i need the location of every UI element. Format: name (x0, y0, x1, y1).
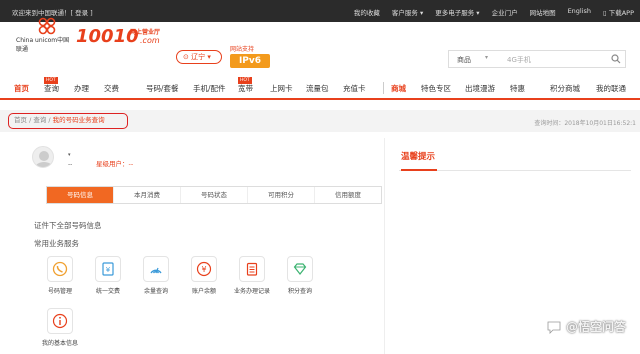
welcome-login-text[interactable]: 欢迎来到中国联通！[ 登录 ] (12, 7, 93, 17)
info-tabs: 号码信息 本月消费 号码状态 可用积分 信用额度 (46, 186, 382, 204)
tab-monthly-spend[interactable]: 本月消费 (114, 187, 181, 203)
tab-available-points[interactable]: 可用积分 (248, 187, 315, 203)
search-box[interactable]: 商品 ▾ 4G手机 (448, 50, 626, 68)
top-links: 我的收藏 客户服务 ▾ 更多电子服务 ▾ 企业门户 网站地图 English ▯… (354, 7, 634, 17)
breadcrumb-home[interactable]: 首页 (14, 116, 27, 124)
nav-special-offer[interactable]: 特惠 (510, 83, 525, 94)
nav-number-plan[interactable]: 号码/套餐 (146, 83, 179, 94)
nav-query[interactable]: HOT 查询 (44, 77, 59, 94)
query-time: 查询时间：2018年10月01日16:52:1 (534, 120, 636, 127)
logo-text: China unicom中国联通 (16, 37, 70, 53)
nav-my-unicom[interactable]: 我的联通 (596, 83, 626, 94)
nav-data-pack[interactable]: 流量包 (306, 83, 329, 94)
search-input[interactable]: 4G手机 (507, 55, 531, 65)
location-icon: ⊙ (183, 53, 192, 61)
search-category[interactable]: 商品 (457, 55, 471, 65)
brand-subtitle: 网上营业厅 (130, 29, 161, 36)
clipboard-icon (246, 262, 258, 276)
top-link-favorites[interactable]: 我的收藏 (354, 7, 380, 17)
watermark-text: @悟空问答 (565, 320, 626, 334)
user-name: -- (68, 161, 73, 168)
unicom-knot-icon (38, 17, 56, 35)
hot-badge: HOT (44, 77, 58, 84)
top-link-customer-service[interactable]: 客户服务 ▾ (392, 7, 423, 17)
nav-handle[interactable]: 办理 (74, 83, 89, 94)
main-nav: 首页 HOT 查询 办理 交费 号码/套餐 手机/配件 HOT 宽带 上网卡 流量包… (0, 77, 640, 100)
diamond-icon (293, 263, 307, 275)
unicom-logo[interactable]: China unicom中国联通 (16, 17, 72, 53)
breadcrumb-query[interactable]: 查询 (33, 116, 46, 124)
tab-number-info[interactable]: 号码信息 (47, 187, 114, 203)
svg-text:¥: ¥ (106, 266, 111, 274)
breadcrumb-bar: 首页 / 查询 / 我的号码业务查询 查询时间：2018年10月01日16:52… (0, 110, 640, 132)
hot-badge: HOT (238, 77, 252, 84)
nav-broadband[interactable]: HOT 宽带 (238, 77, 253, 94)
breadcrumb-current: 我的号码业务查询 (52, 116, 105, 124)
star-level: 星级用户：-- (96, 160, 134, 168)
info-icon (52, 313, 68, 329)
top-link-download-app[interactable]: ▯ 下载APP (603, 7, 634, 17)
tips-divider (399, 169, 631, 171)
ipv6-badge: 网站支持 IPv6 (230, 44, 270, 68)
service-basic-info[interactable]: 我的基本信息 (38, 308, 82, 347)
yen-icon: ¥ (196, 261, 212, 277)
service-balance-query[interactable]: 余量查询 (134, 256, 178, 295)
breadcrumb: 首页 / 查询 / 我的号码业务查询 (8, 113, 128, 129)
nav-home[interactable]: 首页 (14, 83, 29, 94)
service-handling-records[interactable]: 业务办理记录 (230, 256, 274, 295)
phone-icon (52, 261, 68, 277)
nav-points-mall[interactable]: 积分商城 (550, 83, 580, 94)
chevron-down-icon: ▾ (205, 53, 211, 61)
ipv6-caption: 网站支持 (230, 46, 255, 53)
chat-bubble-icon (547, 321, 561, 334)
service-unified-payment[interactable]: ¥ 统一交费 (86, 256, 130, 295)
nav-special-zone[interactable]: 特色专区 (421, 83, 451, 94)
svg-text:¥: ¥ (201, 265, 206, 274)
chevron-down-icon[interactable]: ▾ (68, 152, 71, 158)
service-points-query[interactable]: 积分查询 (278, 256, 322, 295)
nav-data-card[interactable]: 上网卡 (270, 83, 293, 94)
top-link-english[interactable]: English (568, 7, 591, 17)
top-link-sitemap[interactable]: 网站地图 (530, 7, 556, 17)
nav-roaming[interactable]: 出境漫游 (465, 83, 495, 94)
nav-recharge-card[interactable]: 充值卡 (343, 83, 366, 94)
watermark: @悟空问答 (546, 318, 626, 335)
nav-divider (383, 82, 384, 94)
service-account-balance[interactable]: ¥ 账户余额 (182, 256, 226, 295)
tips-title: 温馨提示 (401, 152, 436, 162)
tab-credit-limit[interactable]: 信用额度 (315, 187, 381, 203)
top-bar: 欢迎来到中国联通！[ 登录 ] 我的收藏 客户服务 ▾ 更多电子服务 ▾ 企业门… (0, 0, 640, 22)
signal-icon (150, 267, 162, 274)
tab-number-status[interactable]: 号码状态 (181, 187, 248, 203)
payment-icon: ¥ (102, 262, 114, 276)
brand-url: .com (140, 36, 160, 45)
section-all-numbers: 证件下全部号码信息 (34, 221, 102, 230)
service-number-management[interactable]: 号码管理 (38, 256, 82, 295)
search-icon[interactable] (611, 54, 621, 64)
province-selector[interactable]: ⊙ 辽宁 ▾ (176, 50, 222, 64)
top-link-more-services[interactable]: 更多电子服务 ▾ (435, 7, 479, 17)
nav-pay[interactable]: 交费 (104, 83, 119, 94)
chevron-down-icon: ▾ (485, 54, 489, 61)
number-info-panel: ▾ -- 星级用户：-- 号码信息 本月消费 号码状态 可用积分 信用额度 证件… (16, 138, 382, 354)
ipv6-label: IPv6 (230, 54, 270, 68)
section-common-services: 常用业务服务 (34, 239, 79, 248)
nav-phones[interactable]: 手机/配件 (193, 83, 226, 94)
nav-mall[interactable]: 商城 (391, 83, 406, 94)
top-link-enterprise[interactable]: 企业门户 (492, 7, 518, 17)
avatar (32, 146, 54, 168)
